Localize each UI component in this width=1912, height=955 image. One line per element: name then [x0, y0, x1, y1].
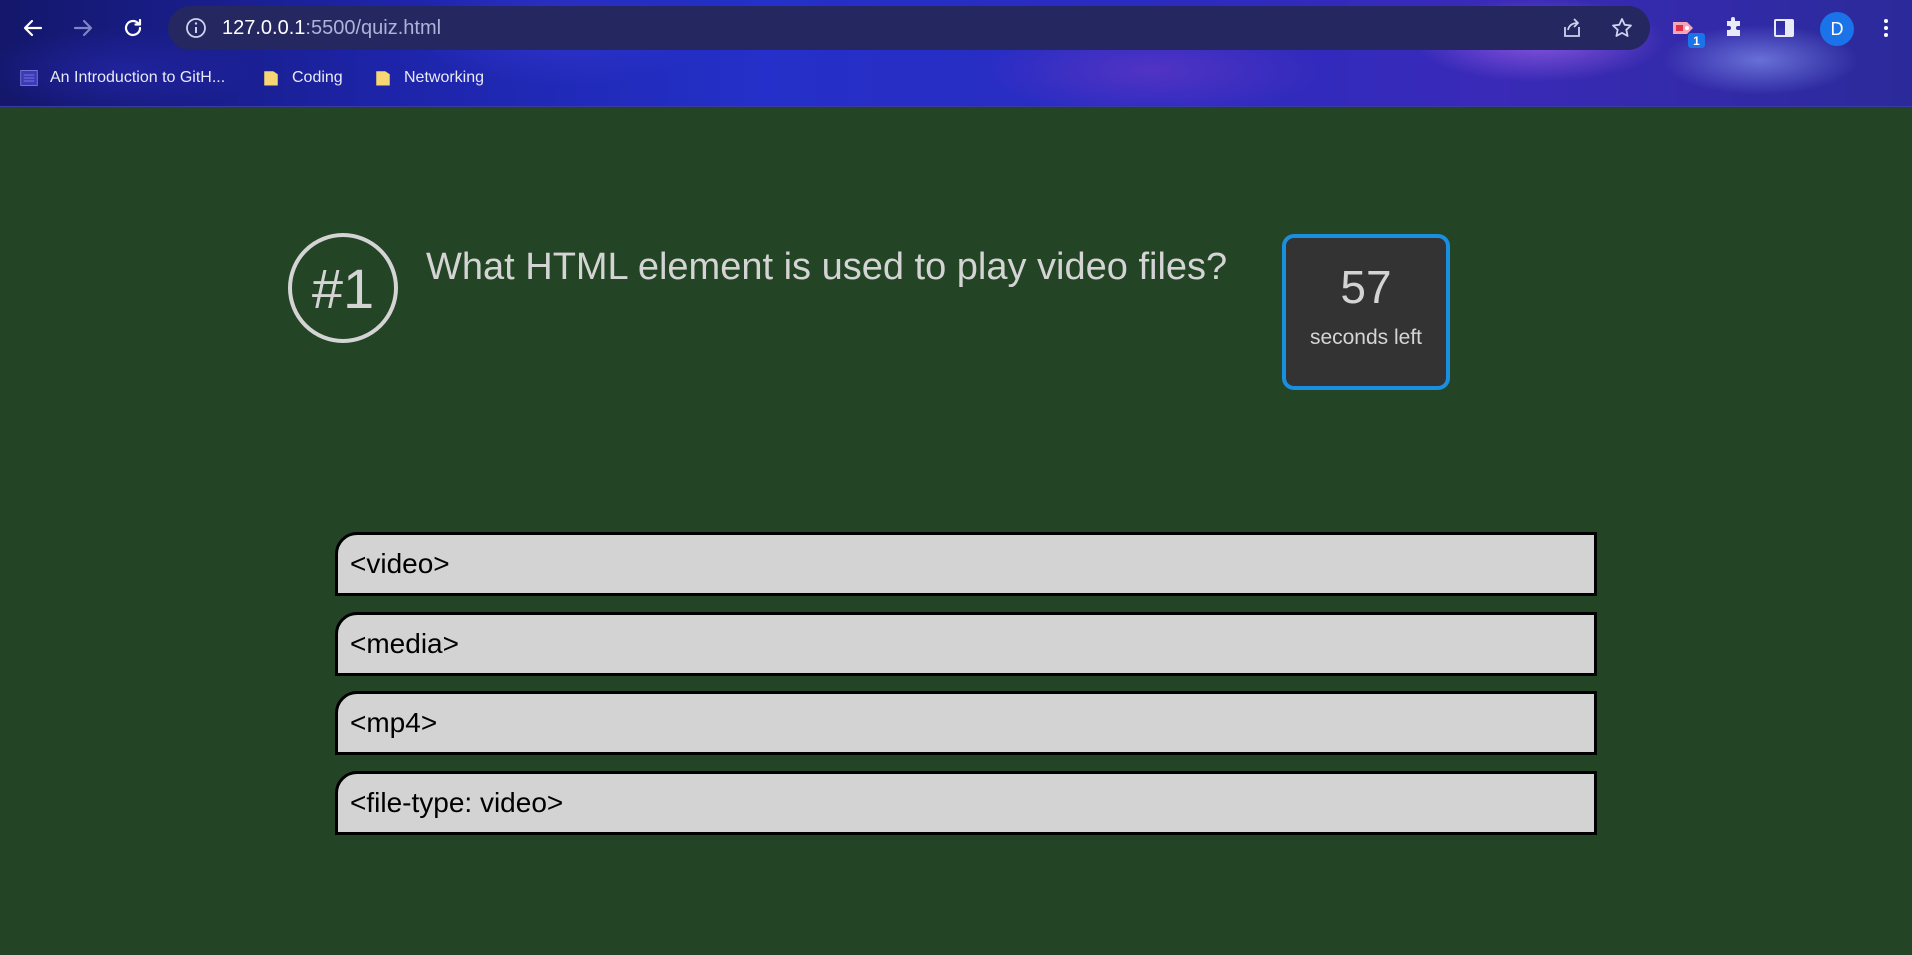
browser-toolbar: 127.0.0.1:5500/quiz.html 1 D An Introduc…	[0, 0, 1912, 107]
side-panel-button[interactable]	[1770, 14, 1798, 42]
url-text[interactable]: 127.0.0.1:5500/quiz.html	[222, 17, 441, 40]
extensions-button[interactable]	[1720, 14, 1748, 42]
forward-button[interactable]	[67, 12, 99, 44]
answer-option[interactable]: <video>	[335, 532, 1597, 596]
url-path: :5500/quiz.html	[305, 17, 442, 39]
puzzle-icon	[1727, 17, 1740, 36]
reload-icon	[124, 18, 142, 37]
timer-label: seconds left	[1309, 326, 1423, 349]
bookmark-coding[interactable]: Coding	[262, 64, 343, 92]
bookmark-networking[interactable]: Networking	[374, 64, 484, 92]
folder-icon	[264, 71, 278, 86]
back-arrow-icon	[23, 19, 43, 37]
bookmark-label: An Introduction to GitH...	[50, 69, 226, 86]
github-page-icon	[20, 70, 38, 86]
menu-button[interactable]	[1872, 14, 1900, 42]
site-info-icon[interactable]	[184, 16, 208, 40]
bookmark-label: Networking	[404, 69, 485, 86]
url-host: 127.0.0.1	[222, 17, 306, 39]
kebab-menu-icon	[1884, 19, 1888, 37]
address-bar[interactable]: 127.0.0.1:5500/quiz.html	[168, 6, 1650, 50]
forward-arrow-icon	[73, 19, 93, 37]
bookmark-label: Coding	[292, 69, 343, 86]
bookmark-github-intro[interactable]: An Introduction to GitH...	[20, 64, 225, 92]
reload-button[interactable]	[117, 12, 149, 44]
countdown-timer: 57 seconds left	[1282, 234, 1450, 390]
bookmark-star-icon[interactable]	[1610, 16, 1634, 40]
side-panel-icon	[1774, 19, 1794, 37]
timer-seconds: 57	[1340, 261, 1392, 313]
back-button[interactable]	[17, 12, 49, 44]
answer-option[interactable]: <mp4>	[335, 691, 1597, 755]
answer-option[interactable]: <file-type: video>	[335, 771, 1597, 835]
folder-icon	[376, 71, 390, 86]
extension-badge: 1	[1688, 33, 1705, 48]
answer-option[interactable]: <media>	[335, 612, 1597, 676]
question-number-badge: #1	[288, 233, 398, 343]
profile-avatar[interactable]: D	[1820, 12, 1854, 46]
question-text: What HTML element is used to play video …	[426, 246, 1228, 288]
share-icon[interactable]	[1560, 16, 1584, 40]
